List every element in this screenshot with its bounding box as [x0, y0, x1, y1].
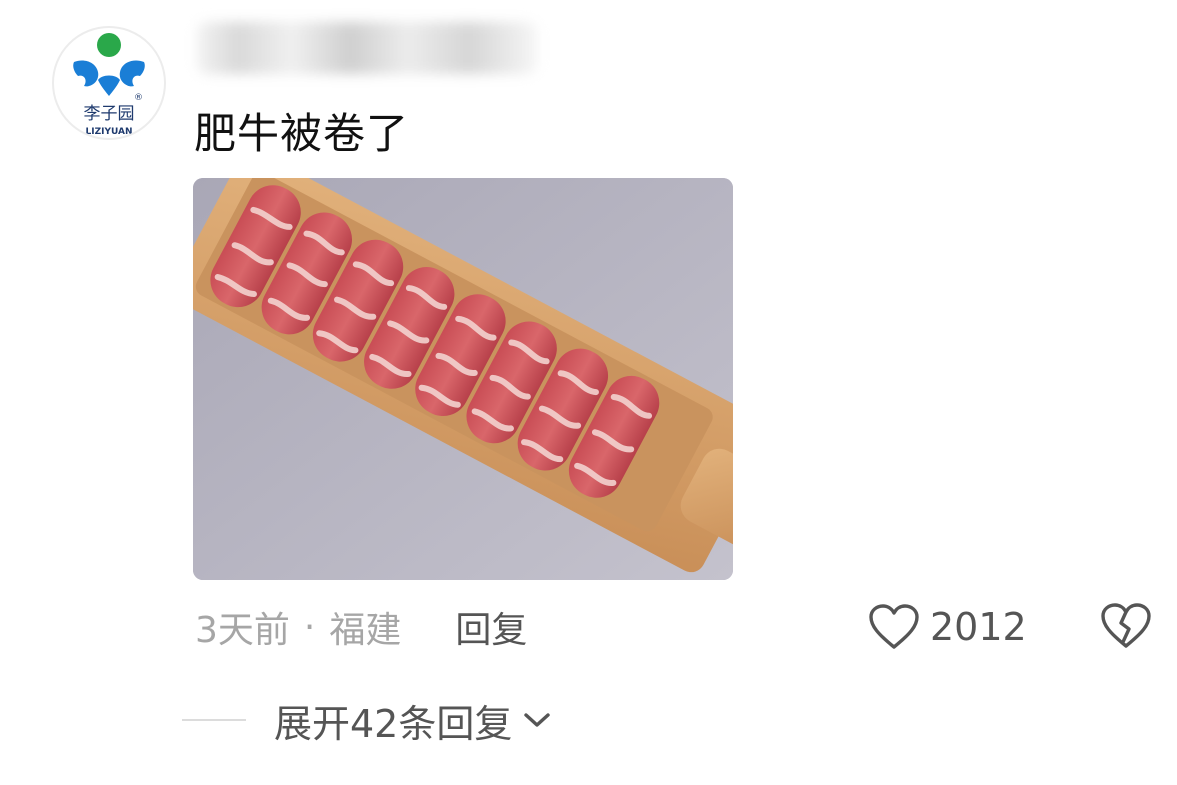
broken-heart-icon	[1101, 603, 1151, 648]
expand-replies[interactable]: 展开42条回复	[182, 695, 552, 746]
comment-time: 3天前	[195, 610, 290, 651]
svg-text:李子园: 李子园	[84, 104, 135, 124]
expand-replies-label: 展开42条回复	[274, 701, 513, 746]
meta-separator: ·	[303, 606, 316, 648]
chevron-down-icon	[524, 713, 551, 727]
comment-location: 福建	[329, 610, 402, 651]
comment-image[interactable]	[193, 178, 733, 580]
svg-text:LIZIYUAN: LIZIYUAN	[85, 127, 132, 137]
comment-text: 肥牛被卷了	[194, 109, 410, 158]
like-button[interactable]: 2012	[868, 602, 1027, 652]
beef-rolls-image	[193, 178, 733, 580]
brand-logo: ® 李子园 LIZIYUAN	[73, 33, 145, 137]
username[interactable]	[197, 22, 537, 74]
like-count: 2012	[930, 605, 1027, 649]
avatar[interactable]: ® 李子园 LIZIYUAN	[52, 26, 166, 140]
comment-meta: 3天前 · 福建 回复	[195, 601, 527, 653]
divider-line	[182, 719, 246, 721]
dislike-button[interactable]	[1100, 602, 1152, 652]
svg-text:®: ®	[134, 93, 143, 103]
heart-outline-icon	[869, 604, 919, 649]
reply-button[interactable]: 回复	[455, 601, 527, 653]
